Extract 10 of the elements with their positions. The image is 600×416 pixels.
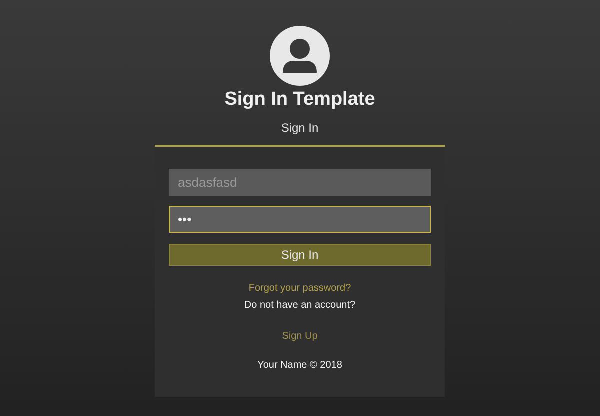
no-account-text: Do not have an account?: [244, 299, 356, 313]
forgot-password-link[interactable]: Forgot your password?: [248, 281, 352, 296]
user-avatar-icon: [270, 26, 330, 86]
copyright-footer: Your Name © 2018: [258, 358, 342, 373]
page-title: Sign In Template: [224, 88, 376, 112]
password-field[interactable]: •••: [169, 206, 431, 233]
page-subtitle: Sign In: [281, 120, 319, 137]
sign-in-button[interactable]: Sign In: [169, 244, 431, 266]
sign-up-link[interactable]: Sign Up: [282, 329, 318, 344]
username-field[interactable]: asdasfasd: [169, 169, 431, 196]
